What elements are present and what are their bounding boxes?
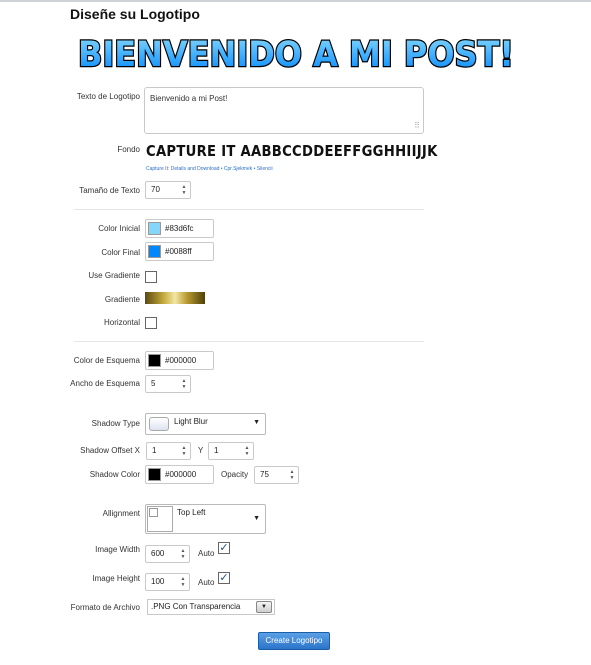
- text-size-stepper[interactable]: 70 ▲ ▼: [145, 181, 191, 199]
- image-width-stepper[interactable]: 600 ▲ ▼: [145, 545, 190, 563]
- shadow-offset-y-label: Y: [198, 446, 204, 455]
- file-format-value: .PNG Con Transparencia: [151, 602, 241, 611]
- image-width-auto-checkbox[interactable]: ✓: [218, 542, 230, 554]
- outline-color-picker[interactable]: #000000: [145, 351, 214, 370]
- alignment-select[interactable]: Top Left ▼: [145, 504, 266, 534]
- text-size-label: Tamaño de Texto: [79, 186, 140, 195]
- outline-width-stepper[interactable]: 5 ▲ ▼: [145, 375, 191, 393]
- alignment-value: Top Left: [177, 508, 206, 517]
- use-gradient-label: Use Gradiente: [88, 271, 140, 280]
- spinner-arrows-icon[interactable]: ▲ ▼: [288, 469, 296, 481]
- image-height-value: 100: [151, 577, 165, 586]
- file-format-label: Formato de Archivo: [70, 603, 140, 612]
- opacity-value: 75: [260, 470, 269, 479]
- section-divider: [74, 209, 424, 210]
- horizontal-checkbox[interactable]: [145, 317, 157, 329]
- gradient-preview[interactable]: [145, 292, 205, 304]
- page-title: Diseñe su Logotipo: [70, 6, 200, 22]
- shadow-offset-y-value: 1: [214, 446, 219, 455]
- outline-width-value: 5: [151, 379, 156, 388]
- create-logo-button[interactable]: Create Logotipo: [258, 632, 330, 650]
- logo-text-input[interactable]: Bienvenido a mi Post! ⠿: [144, 87, 424, 134]
- font-sample[interactable]: CAPTURE IT AABBCCDDEEFFGGHHIIJJK: [146, 142, 438, 160]
- shadow-offset-y-stepper[interactable]: 1 ▲ ▼: [208, 442, 254, 460]
- logo-preview-banner: BIENVENIDO A MI POST! BIENVENIDO A MI PO…: [77, 34, 516, 74]
- start-color-label: Color Inicial: [98, 224, 140, 233]
- banner-text: BIENVENIDO A MI POST!: [78, 35, 514, 74]
- image-width-value: 600: [151, 549, 165, 558]
- font-label: Fondo: [117, 145, 140, 154]
- chevron-down-icon[interactable]: ▼: [253, 419, 260, 426]
- shadow-type-label: Shadow Type: [91, 419, 140, 428]
- end-color-label: Color Final: [101, 248, 140, 257]
- shadow-preview-thumb: [149, 417, 169, 431]
- text-size-value: 70: [151, 185, 160, 194]
- shadow-color-value: #000000: [165, 470, 197, 479]
- outline-color-swatch[interactable]: [148, 354, 161, 367]
- outline-width-label: Ancho de Esquema: [70, 379, 140, 388]
- logo-text-value: Bienvenido a mi Post!: [150, 94, 228, 103]
- image-height-label: Image Height: [92, 574, 140, 583]
- end-color-swatch[interactable]: [148, 245, 161, 258]
- spinner-arrows-icon[interactable]: ▲ ▼: [180, 378, 188, 390]
- spinner-arrows-icon[interactable]: ▲ ▼: [243, 445, 251, 457]
- shadow-color-swatch[interactable]: [148, 468, 161, 481]
- shadow-color-label: Shadow Color: [89, 470, 140, 479]
- outline-color-value: #000000: [165, 356, 197, 365]
- image-height-auto-checkbox[interactable]: ✓: [218, 572, 230, 584]
- alignment-preview-thumb: [147, 506, 173, 532]
- alignment-label: Allignment: [102, 509, 140, 518]
- logo-text-label: Texto de Logotipo: [76, 92, 140, 101]
- chevron-down-icon[interactable]: ▼: [253, 515, 260, 522]
- image-width-auto-label: Auto: [198, 549, 215, 558]
- end-color-picker[interactable]: #0088ff: [145, 242, 214, 261]
- start-color-swatch[interactable]: [148, 222, 161, 235]
- font-credit-link[interactable]: Capture It: Details and Download • Cpr.S…: [146, 166, 273, 172]
- image-width-label: Image Width: [95, 545, 140, 554]
- shadow-type-select[interactable]: Light Blur ▼: [145, 413, 266, 435]
- shadow-type-value: Light Blur: [174, 417, 208, 426]
- start-color-picker[interactable]: #83d6fc: [145, 219, 214, 238]
- end-color-value: #0088ff: [165, 247, 192, 256]
- outline-color-label: Color de Esquema: [73, 356, 140, 365]
- image-height-auto-label: Auto: [198, 578, 215, 587]
- section-divider: [74, 341, 424, 342]
- spinner-arrows-icon[interactable]: ▲ ▼: [179, 548, 187, 560]
- top-border: [0, 0, 591, 2]
- gradient-label: Gradiente: [104, 295, 140, 304]
- shadow-color-picker[interactable]: #000000: [145, 465, 214, 484]
- spinner-arrows-icon[interactable]: ▲ ▼: [179, 576, 187, 588]
- image-height-stepper[interactable]: 100 ▲ ▼: [145, 573, 190, 591]
- spinner-arrows-icon[interactable]: ▲ ▼: [180, 445, 188, 457]
- spinner-arrows-icon[interactable]: ▲ ▼: [180, 184, 188, 196]
- start-color-value: #83d6fc: [165, 224, 194, 233]
- file-format-select[interactable]: .PNG Con Transparencia ▼: [147, 599, 275, 615]
- shadow-offset-label: Shadow Offset X: [80, 446, 140, 455]
- resize-grip-icon[interactable]: ⠿: [414, 121, 420, 130]
- opacity-stepper[interactable]: 75 ▲ ▼: [254, 466, 299, 484]
- opacity-label: Opacity: [221, 470, 249, 479]
- shadow-offset-x-value: 1: [152, 446, 157, 455]
- horizontal-label: Horizontal: [103, 318, 140, 327]
- chevron-down-icon[interactable]: ▼: [256, 601, 272, 613]
- shadow-offset-x-stepper[interactable]: 1 ▲ ▼: [146, 442, 191, 460]
- use-gradient-checkbox[interactable]: [145, 271, 157, 283]
